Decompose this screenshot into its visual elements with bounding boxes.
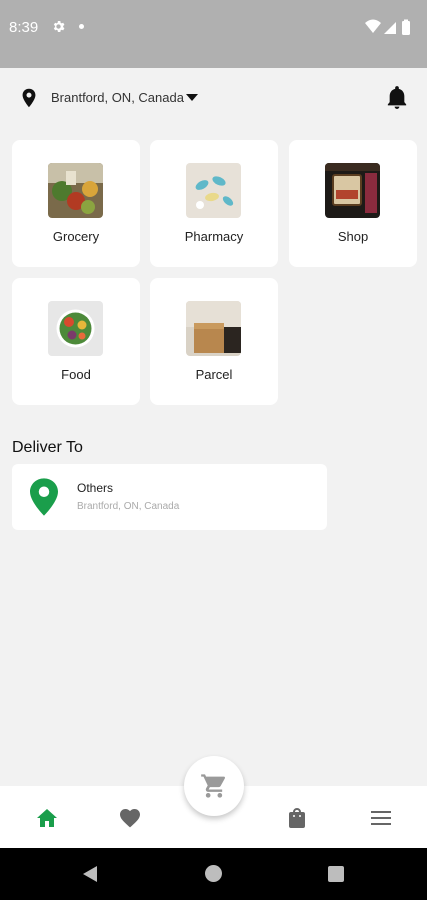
recent-apps-icon[interactable] xyxy=(328,866,344,882)
status-bar: 8:39 xyxy=(0,0,427,68)
location-pin-icon xyxy=(22,88,36,108)
signal-icon xyxy=(384,22,396,34)
address-text: Brantford, ON, Canada xyxy=(77,501,180,512)
heart-icon[interactable] xyxy=(117,806,143,830)
cart-button[interactable] xyxy=(184,756,244,816)
home-circle-icon[interactable] xyxy=(205,865,222,882)
system-navigation-bar xyxy=(0,848,427,900)
notification-dot xyxy=(79,24,84,29)
delivery-address-card[interactable]: Others Brantford, ON, Canada xyxy=(12,464,327,530)
location-header: Brantford, ON, Canada xyxy=(0,68,427,130)
parcel-image xyxy=(186,301,241,356)
grocery-image xyxy=(48,163,103,218)
cart-icon xyxy=(201,774,226,798)
chevron-down-icon[interactable] xyxy=(186,94,198,102)
status-time: 8:39 xyxy=(9,19,39,36)
address-label: Others xyxy=(77,481,114,495)
shopping-bag-icon[interactable] xyxy=(284,806,310,830)
home-icon[interactable] xyxy=(34,806,60,830)
category-label: Pharmacy xyxy=(184,229,244,244)
category-pharmacy[interactable]: Pharmacy xyxy=(150,140,278,267)
location-pin-icon xyxy=(30,478,58,516)
category-label: Parcel xyxy=(195,367,233,382)
deliver-to-heading: Deliver To xyxy=(12,439,83,456)
category-label: Grocery xyxy=(52,229,100,244)
status-icons xyxy=(365,19,410,35)
category-label: Shop xyxy=(337,229,369,244)
menu-icon[interactable] xyxy=(368,806,394,830)
category-parcel[interactable]: Parcel xyxy=(150,278,278,405)
category-food[interactable]: Food xyxy=(12,278,140,405)
settings-gear-icon xyxy=(53,21,65,32)
battery-icon xyxy=(402,21,410,35)
back-icon[interactable] xyxy=(81,865,99,883)
category-label: Food xyxy=(61,367,91,382)
food-image xyxy=(48,301,103,356)
category-grocery[interactable]: Grocery xyxy=(12,140,140,267)
bell-icon[interactable] xyxy=(386,86,408,110)
location-selector[interactable]: Brantford, ON, Canada xyxy=(51,90,184,105)
pharmacy-image xyxy=(186,163,241,218)
shop-image xyxy=(325,163,380,218)
wifi-icon xyxy=(365,19,381,33)
category-shop[interactable]: Shop xyxy=(289,140,417,267)
